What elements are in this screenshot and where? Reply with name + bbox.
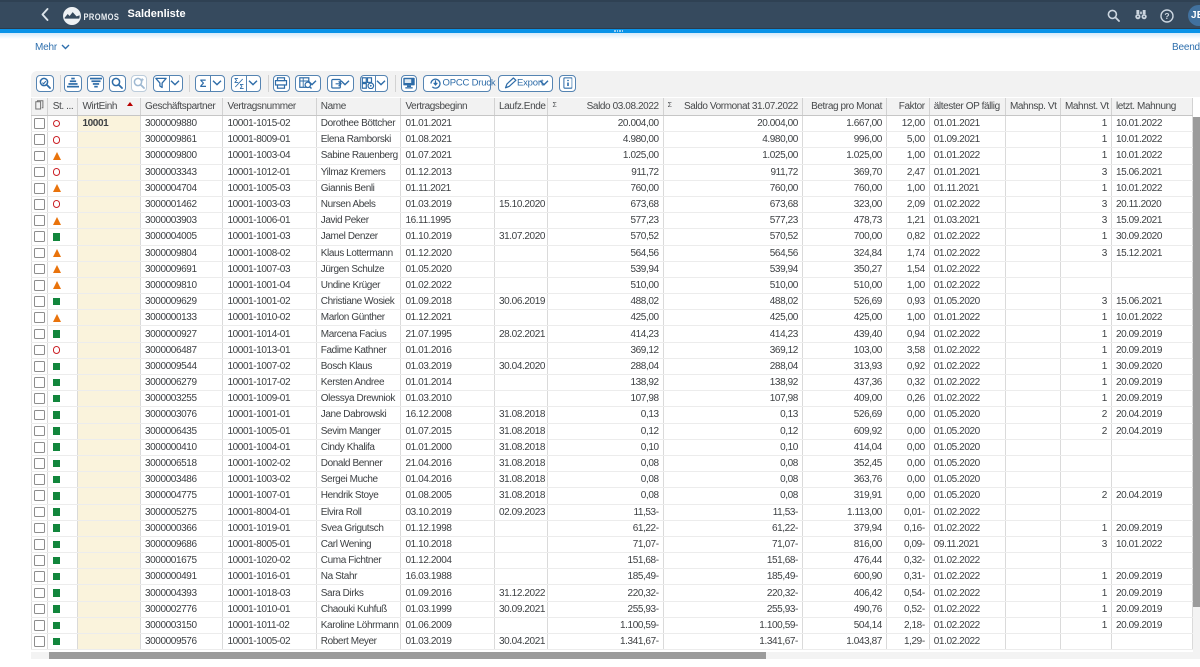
svg-text:Σ: Σ [200, 78, 207, 89]
svg-text:?: ? [1164, 11, 1169, 21]
svg-text:Σ: Σ [239, 84, 243, 89]
